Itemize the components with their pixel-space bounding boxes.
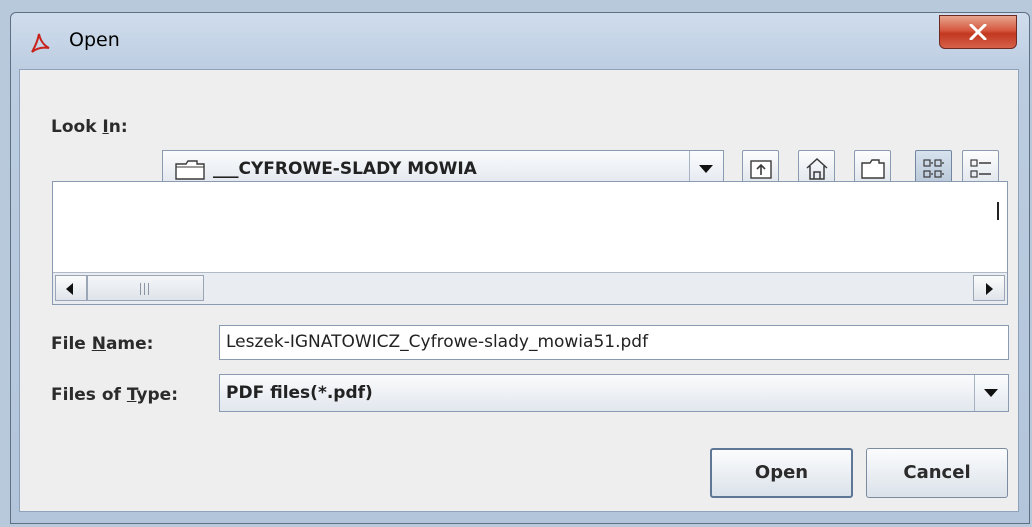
files-of-type-dropdown-arrow[interactable] — [974, 375, 1008, 411]
close-button[interactable] — [939, 15, 1017, 49]
up-folder-icon — [750, 160, 772, 179]
file-name-input[interactable]: Leszek-IGNATOWICZ_Cyfrowe-slady_mowia51.… — [219, 325, 1009, 360]
files-of-type-label: Files of Type: — [51, 385, 179, 405]
files-of-type-value: PDF files(*.pdf) — [226, 383, 373, 403]
dialog-content: Look In: ___CYFROWE-SLADY MOWIA File Nam… — [19, 69, 1019, 512]
open-dialog-window: Open Look In: ___CYFROWE-SLADY MOWIA Fil… — [10, 12, 1030, 524]
folder-icon — [175, 160, 205, 180]
look-in-label: Look In: — [51, 117, 128, 137]
window-title: Open — [69, 29, 120, 51]
look-in-value: ___CYFROWE-SLADY MOWIA — [213, 158, 477, 179]
list-cursor — [997, 202, 999, 220]
files-of-type-combobox[interactable]: PDF files(*.pdf) — [219, 374, 1009, 412]
pdf-app-icon — [31, 33, 50, 53]
new-folder-icon — [861, 159, 885, 179]
open-button[interactable]: Open — [710, 448, 853, 498]
close-icon — [969, 24, 987, 40]
list-view-icon — [923, 159, 944, 178]
scrollbar-thumb[interactable] — [87, 275, 204, 301]
horizontal-scrollbar[interactable] — [53, 272, 1007, 304]
details-view-icon — [970, 159, 991, 178]
scroll-left-button[interactable] — [55, 275, 87, 301]
grip-icon — [140, 283, 152, 295]
file-name-label: File Name: — [51, 334, 154, 354]
scroll-right-button[interactable] — [973, 275, 1005, 301]
cancel-button[interactable]: Cancel — [866, 448, 1008, 498]
file-list[interactable] — [52, 181, 1008, 305]
title-bar[interactable]: Open — [11, 13, 1029, 69]
home-icon — [806, 157, 828, 180]
